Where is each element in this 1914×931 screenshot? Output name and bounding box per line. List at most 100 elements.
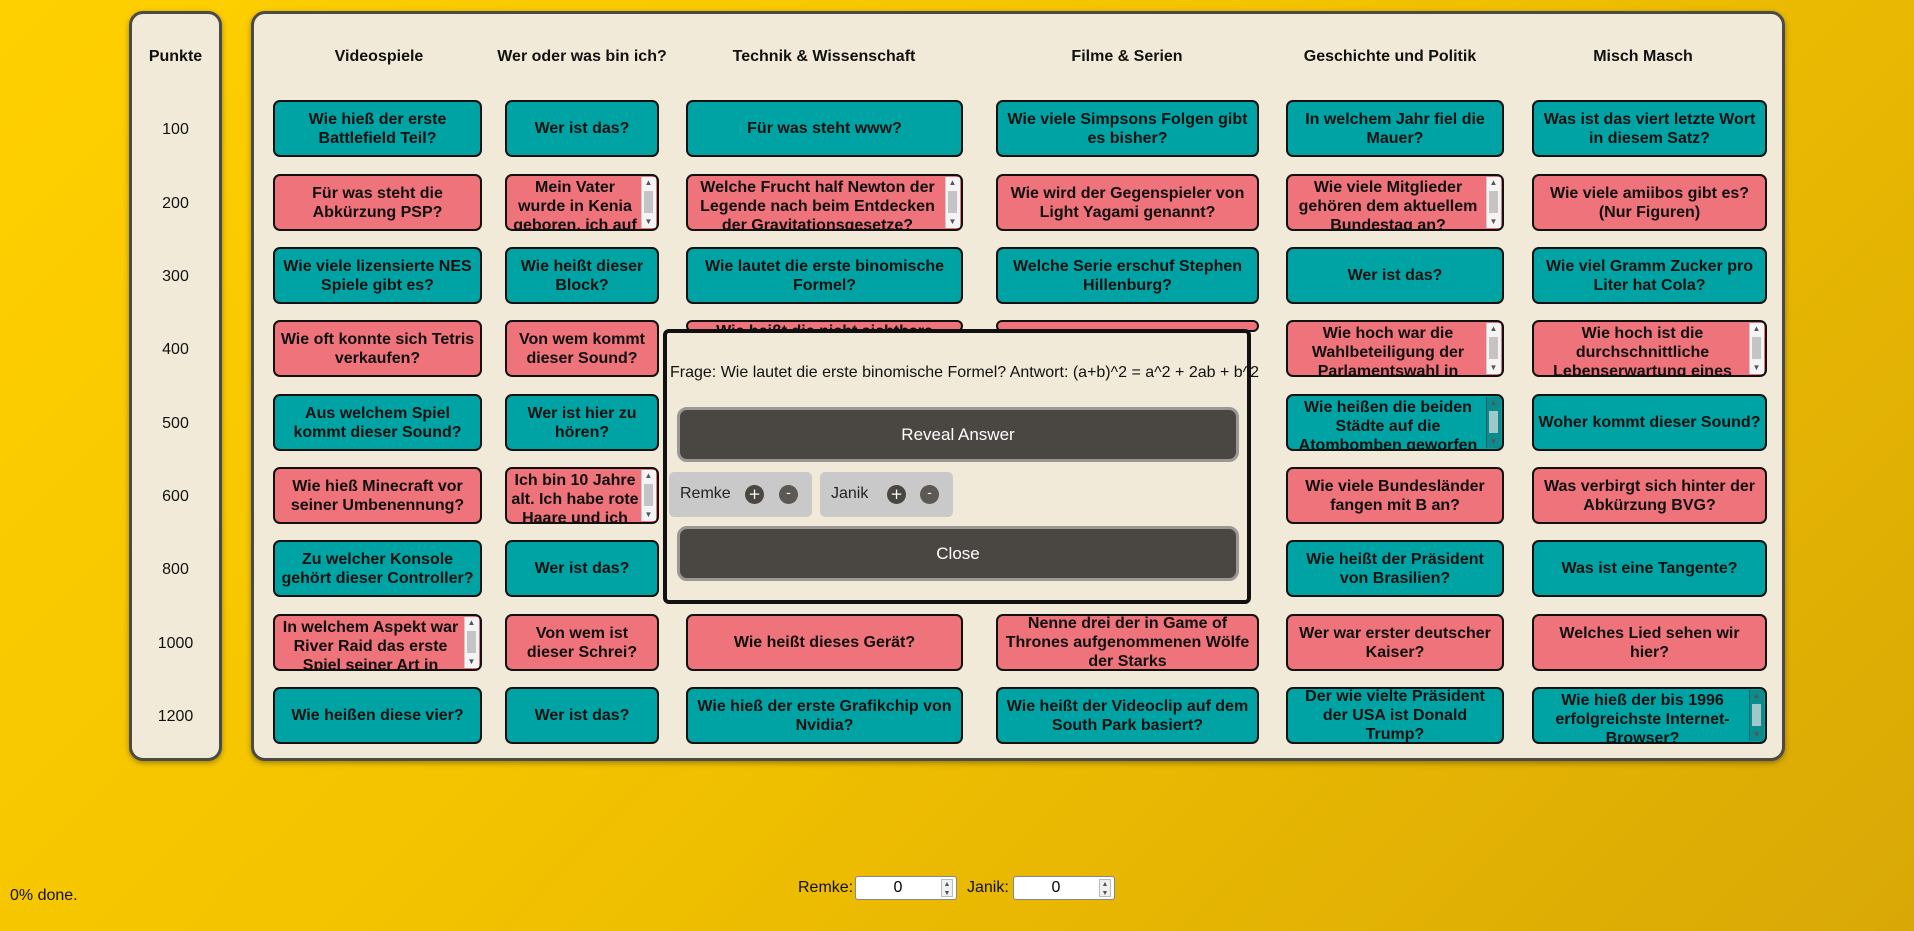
- question-card[interactable]: Wer ist das?: [505, 687, 659, 744]
- question-card[interactable]: Wie heißt dieser Block?: [505, 247, 659, 304]
- score-input-janik[interactable]: 0 ▲ ▼: [1013, 876, 1115, 900]
- scroll-up-icon[interactable]: ▲: [465, 617, 478, 629]
- scrollbar[interactable]: ▲ ▼: [945, 177, 960, 228]
- scrollbar[interactable]: ▲ ▼: [1486, 177, 1501, 228]
- question-card[interactable]: Wie heißt der Videoclip auf dem South Pa…: [996, 687, 1259, 744]
- add-points-button[interactable]: +: [745, 485, 764, 504]
- points-value: 200: [162, 195, 189, 212]
- reveal-answer-button[interactable]: Reveal Answer: [677, 407, 1239, 462]
- scroll-up-icon[interactable]: ▲: [642, 470, 655, 482]
- question-card[interactable]: Wie viele Simpsons Folgen gibt es bisher…: [996, 100, 1259, 157]
- question-card[interactable]: Welches Lied sehen wir hier?: [1532, 614, 1767, 671]
- scroll-up-icon[interactable]: ▲: [946, 177, 959, 189]
- scroll-up-icon[interactable]: ▲: [1750, 323, 1763, 335]
- question-card[interactable]: Was ist das viert letzte Wort in diesem …: [1532, 100, 1767, 157]
- question-card[interactable]: Wie viele lizensierte NES Spiele gibt es…: [273, 247, 482, 304]
- spinner-arrows-icon[interactable]: ▲ ▼: [1099, 879, 1111, 897]
- question-card[interactable]: Wie hoch war die Wahlbeteiligung der Par…: [1286, 320, 1504, 377]
- scroll-up-icon[interactable]: ▲: [1750, 690, 1763, 702]
- scroll-thumb[interactable]: [644, 484, 653, 506]
- scrollbar[interactable]: ▲ ▼: [641, 470, 656, 521]
- score-input-remke[interactable]: 0 ▲ ▼: [855, 876, 957, 900]
- question-card[interactable]: Wie hieß Minecraft vor seiner Umbenennun…: [273, 467, 482, 524]
- scroll-thumb[interactable]: [948, 191, 957, 213]
- question-card[interactable]: Wie heißen die beiden Städte auf die Ato…: [1286, 394, 1504, 451]
- question-card[interactable]: Wie heißen diese vier?: [273, 687, 482, 744]
- points-header: Punkte: [148, 48, 203, 65]
- scroll-down-icon[interactable]: ▼: [1750, 362, 1763, 374]
- question-card[interactable]: Wie viele Mitglieder gehören dem aktuell…: [1286, 174, 1504, 231]
- question-card[interactable]: Ich bin 10 Jahre alt. Ich habe rote Haar…: [505, 467, 659, 524]
- scrollbar[interactable]: ▲ ▼: [1749, 690, 1764, 741]
- scroll-thumb[interactable]: [1752, 337, 1761, 359]
- scroll-up-icon[interactable]: ▲: [642, 177, 655, 189]
- question-card[interactable]: Zu welcher Konsole gehört dieser Control…: [273, 540, 482, 597]
- scrollbar[interactable]: ▲ ▼: [1749, 323, 1764, 374]
- scroll-down-icon[interactable]: ▼: [642, 216, 655, 228]
- question-card[interactable]: Wie oft konnte sich Tetris verkaufen?: [273, 320, 482, 377]
- question-card[interactable]: Wer ist hier zu hören?: [505, 394, 659, 451]
- question-card[interactable]: Wie hieß der erste Grafikchip von Nvidia…: [686, 687, 963, 744]
- scroll-down-icon[interactable]: ▼: [642, 509, 655, 521]
- scroll-down-icon[interactable]: ▼: [465, 656, 478, 668]
- question-card[interactable]: Wie hieß der bis 1996 erfolgreichste Int…: [1532, 687, 1767, 744]
- scroll-up-icon[interactable]: ▲: [1487, 397, 1500, 409]
- question-card[interactable]: Nenne drei der in Game of Thrones aufgen…: [996, 614, 1259, 671]
- subtract-points-button[interactable]: -: [920, 485, 939, 504]
- question-card[interactable]: Wer ist das?: [505, 100, 659, 157]
- scroll-down-icon[interactable]: ▼: [1750, 729, 1763, 741]
- subtract-points-button[interactable]: -: [779, 485, 798, 504]
- question-card[interactable]: Wie viele amiibos gibt es? (Nur Figuren): [1532, 174, 1767, 231]
- question-text: Welche Frucht half Newton der Legende na…: [700, 179, 935, 231]
- scroll-thumb[interactable]: [1489, 411, 1498, 433]
- scroll-thumb[interactable]: [1489, 337, 1498, 359]
- question-card[interactable]: Welche Serie erschuf Stephen Hillenburg?: [996, 247, 1259, 304]
- question-card[interactable]: Was verbirgt sich hinter der Abkürzung B…: [1532, 467, 1767, 524]
- scroll-down-icon[interactable]: ▼: [1487, 436, 1500, 448]
- question-text: Wie viele Mitglieder gehören dem aktuell…: [1298, 179, 1478, 231]
- scrollbar[interactable]: ▲ ▼: [1486, 397, 1501, 448]
- scroll-up-icon[interactable]: ▲: [1487, 177, 1500, 189]
- scroll-down-icon[interactable]: ▼: [946, 216, 959, 228]
- question-card[interactable]: Wie wird der Gegenspieler von Light Yaga…: [996, 174, 1259, 231]
- add-points-button[interactable]: +: [887, 485, 906, 504]
- question-text: Für was steht www?: [747, 120, 902, 137]
- question-text: Wer ist das?: [1347, 267, 1443, 284]
- scroll-up-icon[interactable]: ▲: [1487, 323, 1500, 335]
- question-card[interactable]: Welche Frucht half Newton der Legende na…: [686, 174, 963, 231]
- question-card[interactable]: Wer ist das?: [1286, 247, 1504, 304]
- question-card[interactable]: Wie lautet die erste binomische Formel?: [686, 247, 963, 304]
- question-card[interactable]: Von wem kommt dieser Sound?: [505, 320, 659, 377]
- scroll-thumb[interactable]: [467, 631, 476, 653]
- question-card[interactable]: Von wem ist dieser Schrei?: [505, 614, 659, 671]
- scroll-down-icon[interactable]: ▼: [1487, 362, 1500, 374]
- question-card[interactable]: Wie hieß der erste Battlefield Teil?: [273, 100, 482, 157]
- question-card[interactable]: Wer war erster deutscher Kaiser?: [1286, 614, 1504, 671]
- question-card[interactable]: Aus welchem Spiel kommt dieser Sound?: [273, 394, 482, 451]
- points-panel: Punkte 100 200 300 400 500 600 800 1000 …: [129, 11, 222, 761]
- question-card[interactable]: Für was steht die Abkürzung PSP?: [273, 174, 482, 231]
- question-card[interactable]: Der wie vielte Präsident der USA ist Don…: [1286, 687, 1504, 744]
- question-card[interactable]: In welchem Aspekt war River Raid das ers…: [273, 614, 482, 671]
- question-card[interactable]: Was ist eine Tangente?: [1532, 540, 1767, 597]
- close-button[interactable]: Close: [677, 526, 1239, 581]
- scrollbar[interactable]: ▲ ▼: [641, 177, 656, 228]
- question-card[interactable]: Wie hoch ist die durchschnittliche Leben…: [1532, 320, 1767, 377]
- question-card[interactable]: Wie heißt dieses Gerät?: [686, 614, 963, 671]
- scrollbar[interactable]: ▲ ▼: [464, 617, 479, 668]
- question-card[interactable]: Wer ist das?: [505, 540, 659, 597]
- scroll-down-icon[interactable]: ▼: [1487, 216, 1500, 228]
- question-card[interactable]: Mein Vater wurde in Kenia geboren, ich a…: [505, 174, 659, 231]
- scrollbar[interactable]: ▲ ▼: [1486, 323, 1501, 374]
- scroll-thumb[interactable]: [1752, 704, 1761, 726]
- question-card[interactable]: Wie heißt der Präsident von Brasilien?: [1286, 540, 1504, 597]
- question-card[interactable]: Woher kommt dieser Sound?: [1532, 394, 1767, 451]
- scroll-thumb[interactable]: [1489, 191, 1498, 213]
- question-card[interactable]: Wie viel Gramm Zucker pro Liter hat Cola…: [1532, 247, 1767, 304]
- question-card[interactable]: In welchem Jahr fiel die Mauer?: [1286, 100, 1504, 157]
- question-text: Wer ist das?: [534, 707, 630, 724]
- question-card[interactable]: Für was steht www?: [686, 100, 963, 157]
- scroll-thumb[interactable]: [644, 191, 653, 213]
- spinner-arrows-icon[interactable]: ▲ ▼: [941, 879, 953, 897]
- question-card[interactable]: Wie viele Bundesländer fangen mit B an?: [1286, 467, 1504, 524]
